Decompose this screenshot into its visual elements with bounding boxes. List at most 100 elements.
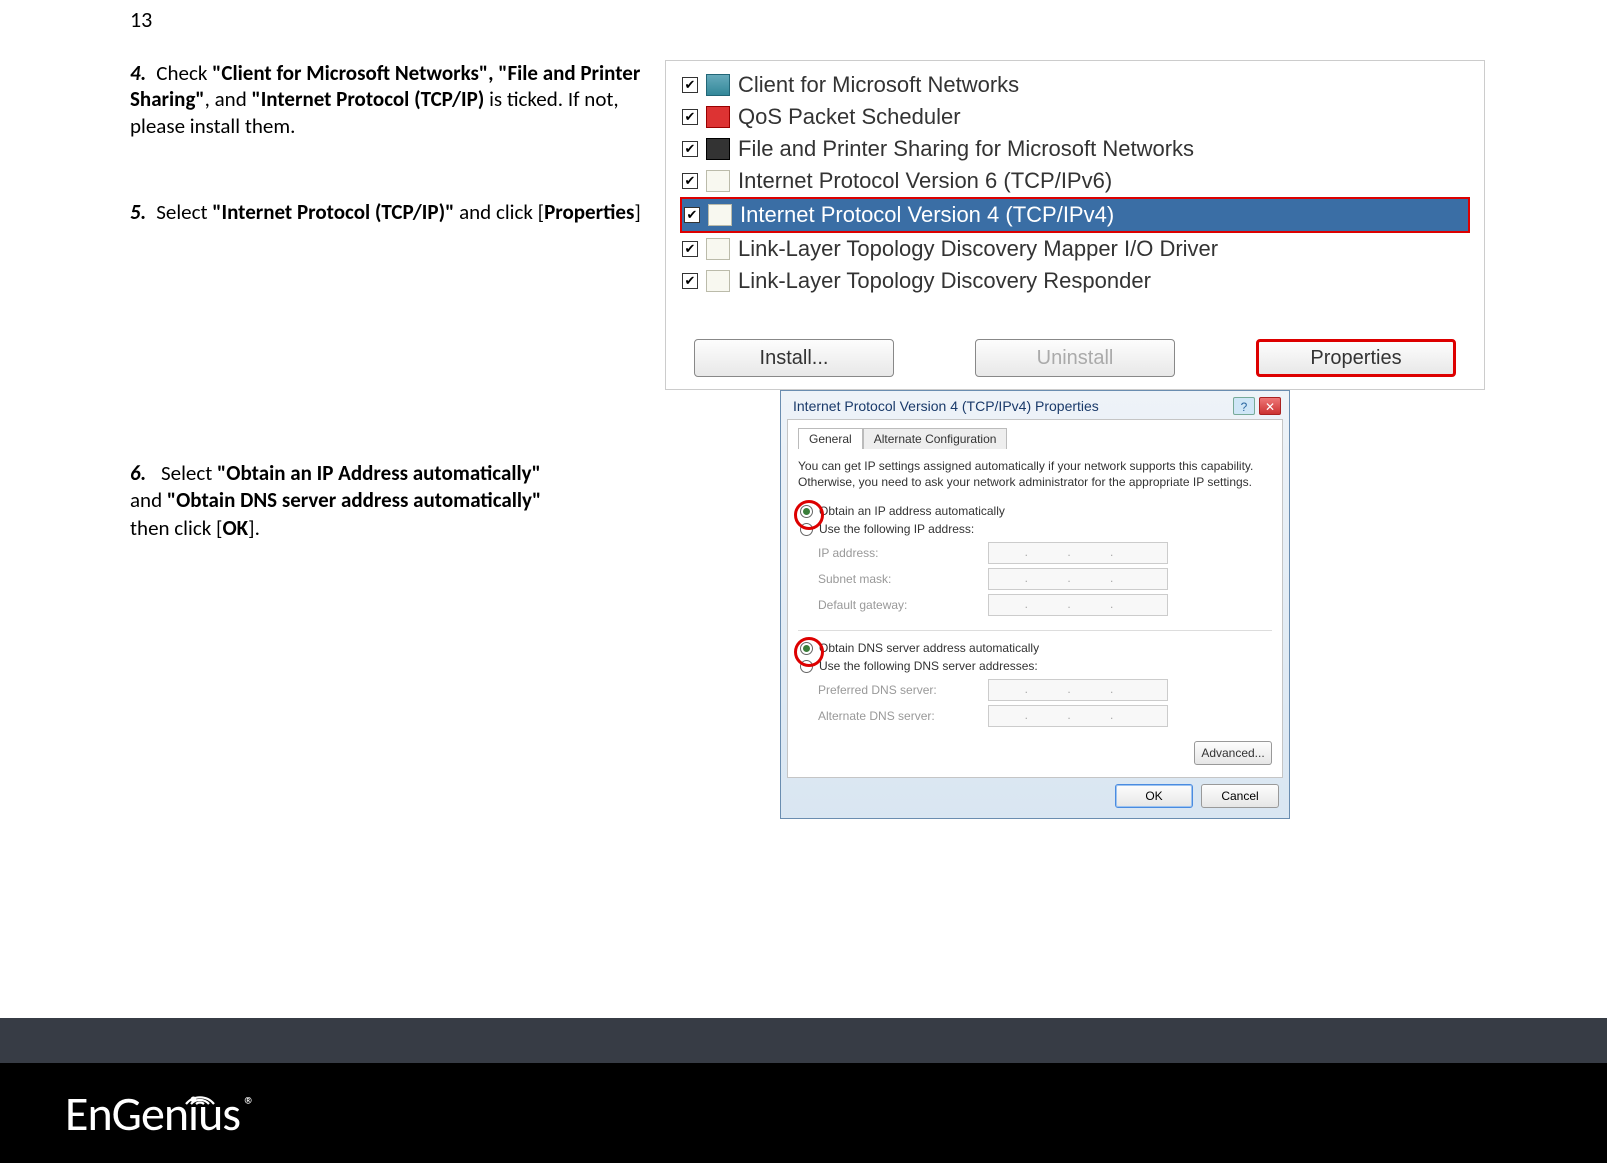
item-label: File and Printer Sharing for Microsoft N…	[738, 136, 1194, 162]
tcpip-dialog: Internet Protocol Version 4 (TCP/IPv4) P…	[780, 390, 1290, 819]
dialog-titlebar: Internet Protocol Version 4 (TCP/IPv4) P…	[781, 391, 1289, 419]
network-protocol-icon	[706, 170, 730, 192]
tab-alternate[interactable]: Alternate Configuration	[863, 428, 1008, 449]
tabs: General Alternate Configuration	[798, 428, 1272, 449]
dialog-title: Internet Protocol Version 4 (TCP/IPv4) P…	[793, 398, 1099, 414]
dialog-description: You can get IP settings assigned automat…	[798, 459, 1272, 490]
ok-button[interactable]: OK	[1115, 784, 1193, 808]
t: OK	[222, 515, 248, 541]
install-button[interactable]: Install...	[694, 339, 894, 377]
list-item[interactable]: ✔ Link-Layer Topology Discovery Responde…	[666, 265, 1484, 297]
checkbox-icon[interactable]: ✔	[682, 141, 698, 157]
radio-label: Use the following IP address:	[819, 522, 974, 536]
qos-icon	[706, 106, 730, 128]
radio-obtain-ip[interactable]: Obtain an IP address automatically	[800, 504, 1270, 518]
tab-general[interactable]: General	[798, 428, 863, 449]
list-item[interactable]: ✔ Link-Layer Topology Discovery Mapper I…	[666, 233, 1484, 265]
list-item[interactable]: ✔ QoS Packet Scheduler	[666, 101, 1484, 133]
list-item[interactable]: ✔ File and Printer Sharing for Microsoft…	[666, 133, 1484, 165]
step-4-num: 4.	[130, 60, 146, 86]
client-networks-icon	[706, 74, 730, 96]
help-icon[interactable]: ?	[1233, 397, 1255, 415]
uninstall-button: Uninstall	[975, 339, 1175, 377]
ip-address-input: . . .	[988, 542, 1168, 564]
checkbox-icon[interactable]: ✔	[682, 273, 698, 289]
t: "Internet Protocol (TCP/IP)"	[212, 199, 454, 225]
logo-en: En	[65, 1084, 112, 1143]
network-protocol-icon	[706, 270, 730, 292]
footer: EnGen i us®	[0, 1063, 1607, 1163]
item-label: Internet Protocol Version 6 (TCP/IPv6)	[738, 168, 1112, 194]
t: and	[130, 487, 167, 513]
t: "Internet Protocol (TCP/IP)	[252, 86, 485, 112]
field-alt-dns: Alternate DNS server: . . .	[818, 705, 1272, 727]
step-5-num: 5.	[130, 199, 146, 225]
brand-logo: EnGen i us®	[65, 1084, 254, 1143]
checkbox-icon[interactable]: ✔	[682, 77, 698, 93]
t: ].	[248, 515, 260, 541]
radio-icon[interactable]	[800, 505, 813, 518]
t: "Obtain an IP Address automatically"	[217, 460, 541, 486]
radio-obtain-dns[interactable]: Obtain DNS server address automatically	[800, 641, 1270, 655]
list-item-selected[interactable]: ✔ Internet Protocol Version 4 (TCP/IPv4)	[680, 197, 1470, 233]
item-label: Link-Layer Topology Discovery Mapper I/O…	[738, 236, 1218, 262]
subnet-mask-input: . . .	[988, 568, 1168, 590]
checkbox-icon[interactable]: ✔	[684, 207, 700, 223]
step-4-text: 4.Check "Client for Microsoft Networks",…	[130, 60, 665, 225]
field-label: Subnet mask:	[818, 572, 988, 586]
radio-label: Obtain an IP address automatically	[819, 504, 1005, 518]
close-icon[interactable]: ✕	[1259, 397, 1281, 415]
page-number: 13	[130, 6, 152, 33]
protocol-buttons: Install... Uninstall Properties	[666, 321, 1484, 377]
radio-use-ip[interactable]: Use the following IP address:	[800, 522, 1270, 536]
step-4-row: 4.Check "Client for Microsoft Networks",…	[130, 60, 1490, 390]
list-item[interactable]: ✔ Internet Protocol Version 6 (TCP/IPv6)	[666, 165, 1484, 197]
registered-icon: ®	[244, 1091, 254, 1118]
divider	[798, 630, 1272, 631]
alt-dns-input: . . .	[988, 705, 1168, 727]
t: then click [	[130, 515, 222, 541]
t: Check	[156, 60, 212, 86]
field-label: Default gateway:	[818, 598, 988, 612]
logo-gen: Gen	[112, 1084, 188, 1143]
step-5-text: 5.Select "Internet Protocol (TCP/IP)" an…	[130, 199, 665, 225]
footer-band	[0, 1018, 1607, 1063]
network-protocol-icon	[706, 238, 730, 260]
printer-share-icon	[706, 138, 730, 160]
radio-use-dns[interactable]: Use the following DNS server addresses:	[800, 659, 1270, 673]
network-protocol-icon	[708, 204, 732, 226]
checkbox-icon[interactable]: ✔	[682, 173, 698, 189]
field-ip: IP address: . . .	[818, 542, 1272, 564]
checkbox-icon[interactable]: ✔	[682, 109, 698, 125]
field-gateway: Default gateway: . . .	[818, 594, 1272, 616]
tcpip-dialog-wrap: Internet Protocol Version 4 (TCP/IPv4) P…	[780, 390, 1290, 819]
item-label: QoS Packet Scheduler	[738, 104, 961, 130]
step-6-num: 6.	[130, 460, 146, 486]
checkbox-icon[interactable]: ✔	[682, 241, 698, 257]
pref-dns-input: . . .	[988, 679, 1168, 701]
advanced-row: Advanced...	[798, 741, 1272, 765]
properties-button[interactable]: Properties	[1256, 339, 1456, 377]
field-label: IP address:	[818, 546, 988, 560]
t: ]	[634, 199, 640, 225]
dns-fields: Preferred DNS server: . . . Alternate DN…	[818, 679, 1272, 727]
t: , and	[205, 86, 252, 112]
list-item[interactable]: ✔ Client for Microsoft Networks	[666, 69, 1484, 101]
cancel-button[interactable]: Cancel	[1201, 784, 1279, 808]
dialog-body: General Alternate Configuration You can …	[787, 419, 1283, 778]
field-label: Preferred DNS server:	[818, 683, 988, 697]
gateway-input: . . .	[988, 594, 1168, 616]
item-label: Internet Protocol Version 4 (TCP/IPv4)	[740, 202, 1114, 228]
radio-label: Use the following DNS server addresses:	[819, 659, 1038, 673]
advanced-button[interactable]: Advanced...	[1194, 741, 1272, 765]
field-label: Alternate DNS server:	[818, 709, 988, 723]
t: and click [	[454, 199, 544, 225]
item-label: Link-Layer Topology Discovery Responder	[738, 268, 1151, 294]
t: Properties	[544, 199, 634, 225]
dialog-buttons: OK Cancel	[781, 778, 1289, 808]
radio-label: Obtain DNS server address automatically	[819, 641, 1039, 655]
field-pref-dns: Preferred DNS server: . . .	[818, 679, 1272, 701]
radio-icon[interactable]	[800, 642, 813, 655]
item-label: Client for Microsoft Networks	[738, 72, 1019, 98]
wifi-icon	[182, 1062, 218, 1086]
